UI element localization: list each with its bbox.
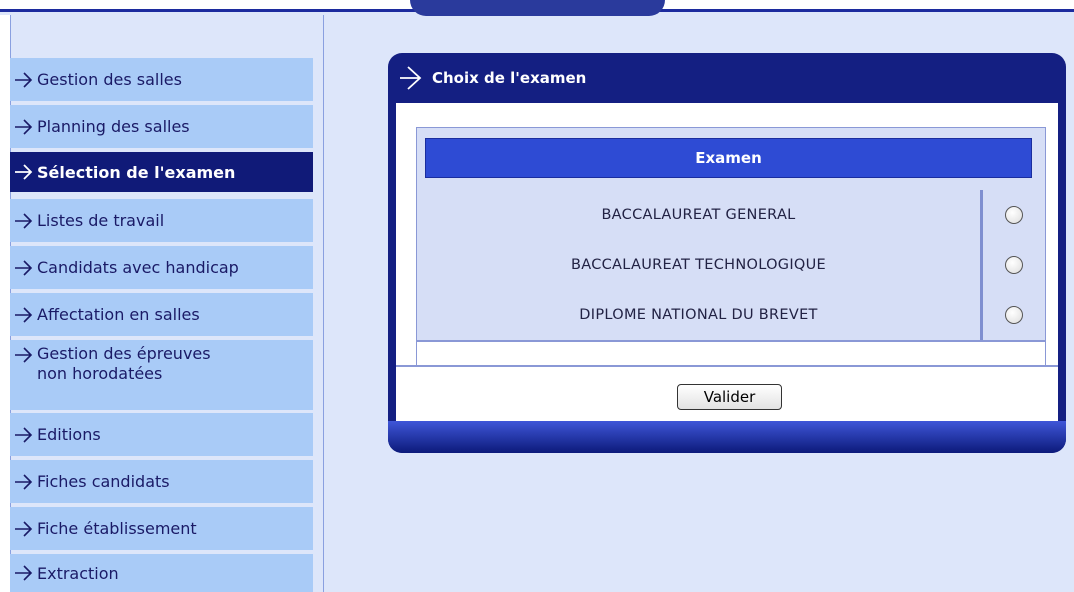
sidebar-item-selection-examen[interactable]: Sélection de l'examen <box>10 152 313 192</box>
table-footer <box>417 340 1045 368</box>
sidebar-item-label: Sélection de l'examen <box>37 162 236 182</box>
panel-title: Choix de l'examen <box>432 69 587 87</box>
radio-baccalaureat-general[interactable] <box>1005 206 1023 224</box>
panel-bottom-bar <box>388 421 1066 453</box>
sidebar-item-gestion-des-epreuves[interactable]: Gestion des épreuves non horodatées <box>10 340 313 410</box>
sidebar-item-label: Candidats avec handicap <box>37 258 239 277</box>
sidebar-item-label: Gestion des épreuves non horodatées <box>37 344 211 384</box>
sidebar-item-planning-des-salles[interactable]: Planning des salles <box>10 105 313 148</box>
arrow-right-icon <box>15 259 33 276</box>
sidebar-item-fiche-etablissement[interactable]: Fiche établissement <box>10 507 313 550</box>
sidebar-item-label: Fiche établissement <box>37 519 197 538</box>
radio-diplome-national-du-brevet[interactable] <box>1005 306 1023 324</box>
table-row: BACCALAUREAT TECHNOLOGIQUE <box>417 240 980 290</box>
sidebar-item-label-line1: Gestion des épreuves <box>37 344 211 363</box>
sidebar-item-label: Planning des salles <box>37 117 190 136</box>
sidebar-item-gestion-des-salles[interactable]: Gestion des salles <box>10 58 313 101</box>
arrow-right-icon <box>400 66 422 90</box>
arrow-right-icon <box>15 212 33 229</box>
arrow-right-icon <box>15 520 33 537</box>
arrow-right-icon <box>15 565 33 581</box>
sidebar-item-label: Listes de travail <box>37 211 165 230</box>
top-tab-decoration <box>410 0 665 16</box>
table-header-examen: Examen <box>425 138 1032 178</box>
arrow-right-icon <box>15 71 33 88</box>
arrow-right-icon <box>15 306 33 323</box>
arrow-right-icon <box>15 347 33 363</box>
panel-header: Choix de l'examen <box>388 53 1066 103</box>
exam-label: BACCALAUREAT TECHNOLOGIQUE <box>570 257 826 273</box>
arrow-right-icon <box>15 473 33 490</box>
sidebar-item-fiches-candidats[interactable]: Fiches candidats <box>10 460 313 503</box>
radio-column <box>980 190 1045 340</box>
sidebar-item-candidats-avec-handicap[interactable]: Candidats avec handicap <box>10 246 313 289</box>
arrow-right-icon <box>15 426 33 443</box>
exam-label: BACCALAUREAT GENERAL <box>601 207 796 223</box>
left-edge <box>0 15 10 592</box>
sidebar-item-editions[interactable]: Editions <box>10 413 313 456</box>
radio-baccalaureat-technologique[interactable] <box>1005 256 1023 274</box>
exam-label: DIPLOME NATIONAL DU BREVET <box>579 307 818 323</box>
sidebar-item-label: Affectation en salles <box>37 305 200 324</box>
exam-choice-panel: Choix de l'examen Examen BACCALAUREAT GE… <box>388 53 1066 453</box>
sidebar-item-label: Fiches candidats <box>37 472 170 491</box>
sidebar-item-label: Gestion des salles <box>37 70 182 89</box>
table-row: DIPLOME NATIONAL DU BREVET <box>417 290 980 340</box>
sidebar-item-listes-de-travail[interactable]: Listes de travail <box>10 199 313 242</box>
sidebar-item-extraction[interactable]: Extraction <box>10 554 313 592</box>
arrow-right-icon <box>15 164 33 180</box>
exam-table: Examen BACCALAUREAT GENERAL BACCALAUREAT… <box>416 127 1046 369</box>
arrow-right-icon <box>15 118 33 135</box>
table-row: BACCALAUREAT GENERAL <box>417 190 980 240</box>
sidebar-item-affectation-en-salles[interactable]: Affectation en salles <box>10 293 313 336</box>
sidebar-item-label: Editions <box>37 425 101 444</box>
sidebar-item-label-line2: non horodatées <box>37 364 163 383</box>
validate-button[interactable]: Valider <box>677 384 782 410</box>
sidebar-item-label: Extraction <box>37 563 119 583</box>
button-zone: Valider <box>396 365 1058 421</box>
